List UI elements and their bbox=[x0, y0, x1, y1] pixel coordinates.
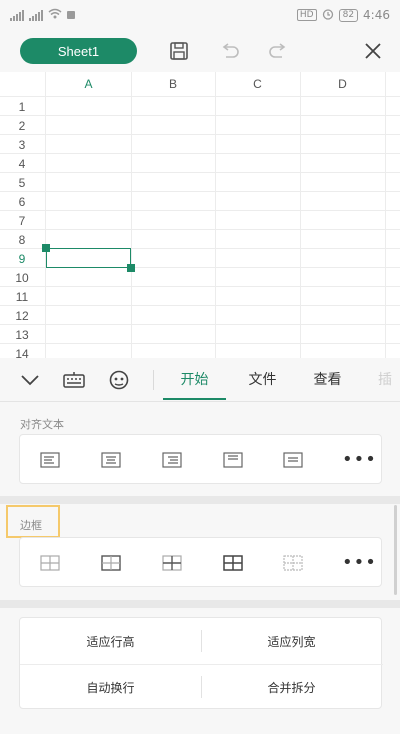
button-divider bbox=[20, 664, 383, 665]
cell-selection[interactable] bbox=[46, 248, 131, 268]
spreadsheet-grid[interactable]: A B C D 1 2 3 4 5 6 7 8 9 10 11 12 13 14 bbox=[0, 72, 400, 358]
align-left-icon[interactable] bbox=[39, 450, 61, 470]
undo-icon[interactable] bbox=[217, 38, 243, 64]
grid-line bbox=[0, 324, 400, 325]
cell-actions-card: 适应行高 适应列宽 自动换行 合并拆分 bbox=[19, 617, 383, 710]
status-right: HD 82 4:46 bbox=[296, 8, 390, 23]
grid-line bbox=[0, 210, 400, 211]
grid-line bbox=[0, 115, 400, 116]
align-right-icon[interactable] bbox=[161, 450, 183, 470]
row-header[interactable]: 3 bbox=[0, 135, 44, 154]
title-toolbar: Sheet1 bbox=[0, 30, 400, 72]
more-border-icon[interactable]: ••• bbox=[342, 552, 377, 573]
grid-line bbox=[0, 229, 400, 230]
wrap-text-button[interactable]: 自动换行 bbox=[20, 664, 201, 710]
tab-view[interactable]: 查看 bbox=[300, 358, 355, 400]
row-header[interactable]: 10 bbox=[0, 268, 44, 287]
row-header[interactable]: 13 bbox=[0, 325, 44, 344]
fit-column-width-button[interactable]: 适应列宽 bbox=[201, 618, 382, 664]
more-align-icon[interactable]: ••• bbox=[342, 449, 377, 470]
row-header[interactable]: 8 bbox=[0, 230, 44, 249]
grid-line bbox=[0, 286, 400, 287]
active-tab-indicator bbox=[163, 398, 226, 400]
save-icon[interactable] bbox=[166, 38, 192, 64]
row-header[interactable]: 4 bbox=[0, 154, 44, 173]
border-full-icon[interactable] bbox=[222, 553, 244, 573]
keyboard-icon[interactable] bbox=[62, 368, 86, 392]
battery-indicator: 82 bbox=[338, 8, 359, 22]
column-header-a[interactable]: A bbox=[46, 72, 131, 96]
grid-line bbox=[0, 172, 400, 173]
row-header[interactable]: 11 bbox=[0, 287, 44, 306]
column-header-d[interactable]: D bbox=[300, 72, 385, 96]
row-header[interactable]: 1 bbox=[0, 97, 44, 116]
border-inner-icon[interactable] bbox=[161, 553, 183, 573]
assistant-icon[interactable] bbox=[107, 368, 131, 392]
signal-icon bbox=[10, 9, 24, 21]
redo-icon[interactable] bbox=[265, 38, 291, 64]
align-middle-icon[interactable] bbox=[282, 450, 304, 470]
notification-icon bbox=[67, 11, 75, 19]
row-header[interactable]: 2 bbox=[0, 116, 44, 135]
hd-badge: HD bbox=[296, 9, 317, 21]
selection-handle-start[interactable] bbox=[42, 244, 50, 252]
sheet-name-button[interactable]: Sheet1 bbox=[20, 38, 137, 64]
row-header[interactable]: 14 bbox=[0, 344, 44, 359]
align-options-card: ••• bbox=[19, 434, 382, 484]
border-all-icon[interactable] bbox=[39, 553, 61, 573]
grid-line bbox=[0, 134, 400, 135]
section-divider bbox=[0, 496, 400, 504]
row-header[interactable]: 12 bbox=[0, 306, 44, 325]
column-header-b[interactable]: B bbox=[131, 72, 215, 96]
signal-icon-2 bbox=[29, 9, 43, 21]
status-bar: HD 82 4:46 bbox=[0, 0, 400, 30]
align-center-icon[interactable] bbox=[100, 450, 122, 470]
focus-highlight bbox=[6, 505, 60, 538]
button-divider bbox=[201, 630, 202, 652]
row-header[interactable]: 6 bbox=[0, 192, 44, 211]
clock: 4:46 bbox=[363, 8, 390, 22]
close-icon[interactable] bbox=[360, 38, 386, 64]
tab-insert[interactable]: 插 bbox=[370, 358, 400, 400]
grid-line bbox=[0, 305, 400, 306]
border-outer-icon[interactable] bbox=[100, 553, 122, 573]
collapse-icon[interactable] bbox=[18, 368, 42, 392]
panel-scrollbar[interactable] bbox=[394, 505, 397, 595]
tab-file[interactable]: 文件 bbox=[235, 358, 290, 400]
tab-start[interactable]: 开始 bbox=[163, 358, 226, 400]
align-top-icon[interactable] bbox=[222, 450, 244, 470]
grid-line bbox=[0, 96, 400, 97]
grid-line bbox=[0, 153, 400, 154]
tab-separator bbox=[153, 370, 154, 390]
border-options-card: ••• bbox=[19, 537, 382, 587]
row-header-active[interactable]: 9 bbox=[0, 249, 44, 268]
alarm-icon bbox=[322, 8, 334, 23]
column-header-c[interactable]: C bbox=[215, 72, 300, 96]
merge-split-button[interactable]: 合并拆分 bbox=[201, 664, 382, 710]
status-left bbox=[10, 8, 75, 22]
section-divider bbox=[0, 600, 400, 608]
ribbon-tabbar: 开始 文件 查看 插 bbox=[0, 358, 400, 402]
border-none-icon[interactable] bbox=[282, 553, 304, 573]
grid-line bbox=[0, 191, 400, 192]
wifi-icon bbox=[48, 8, 62, 22]
selection-handle-end[interactable] bbox=[127, 264, 135, 272]
fit-row-height-button[interactable]: 适应行高 bbox=[20, 618, 201, 664]
row-header[interactable]: 5 bbox=[0, 173, 44, 192]
section-title-align: 对齐文本 bbox=[20, 418, 64, 431]
row-header[interactable]: 7 bbox=[0, 211, 44, 230]
button-divider bbox=[201, 676, 202, 698]
grid-line bbox=[0, 343, 400, 344]
